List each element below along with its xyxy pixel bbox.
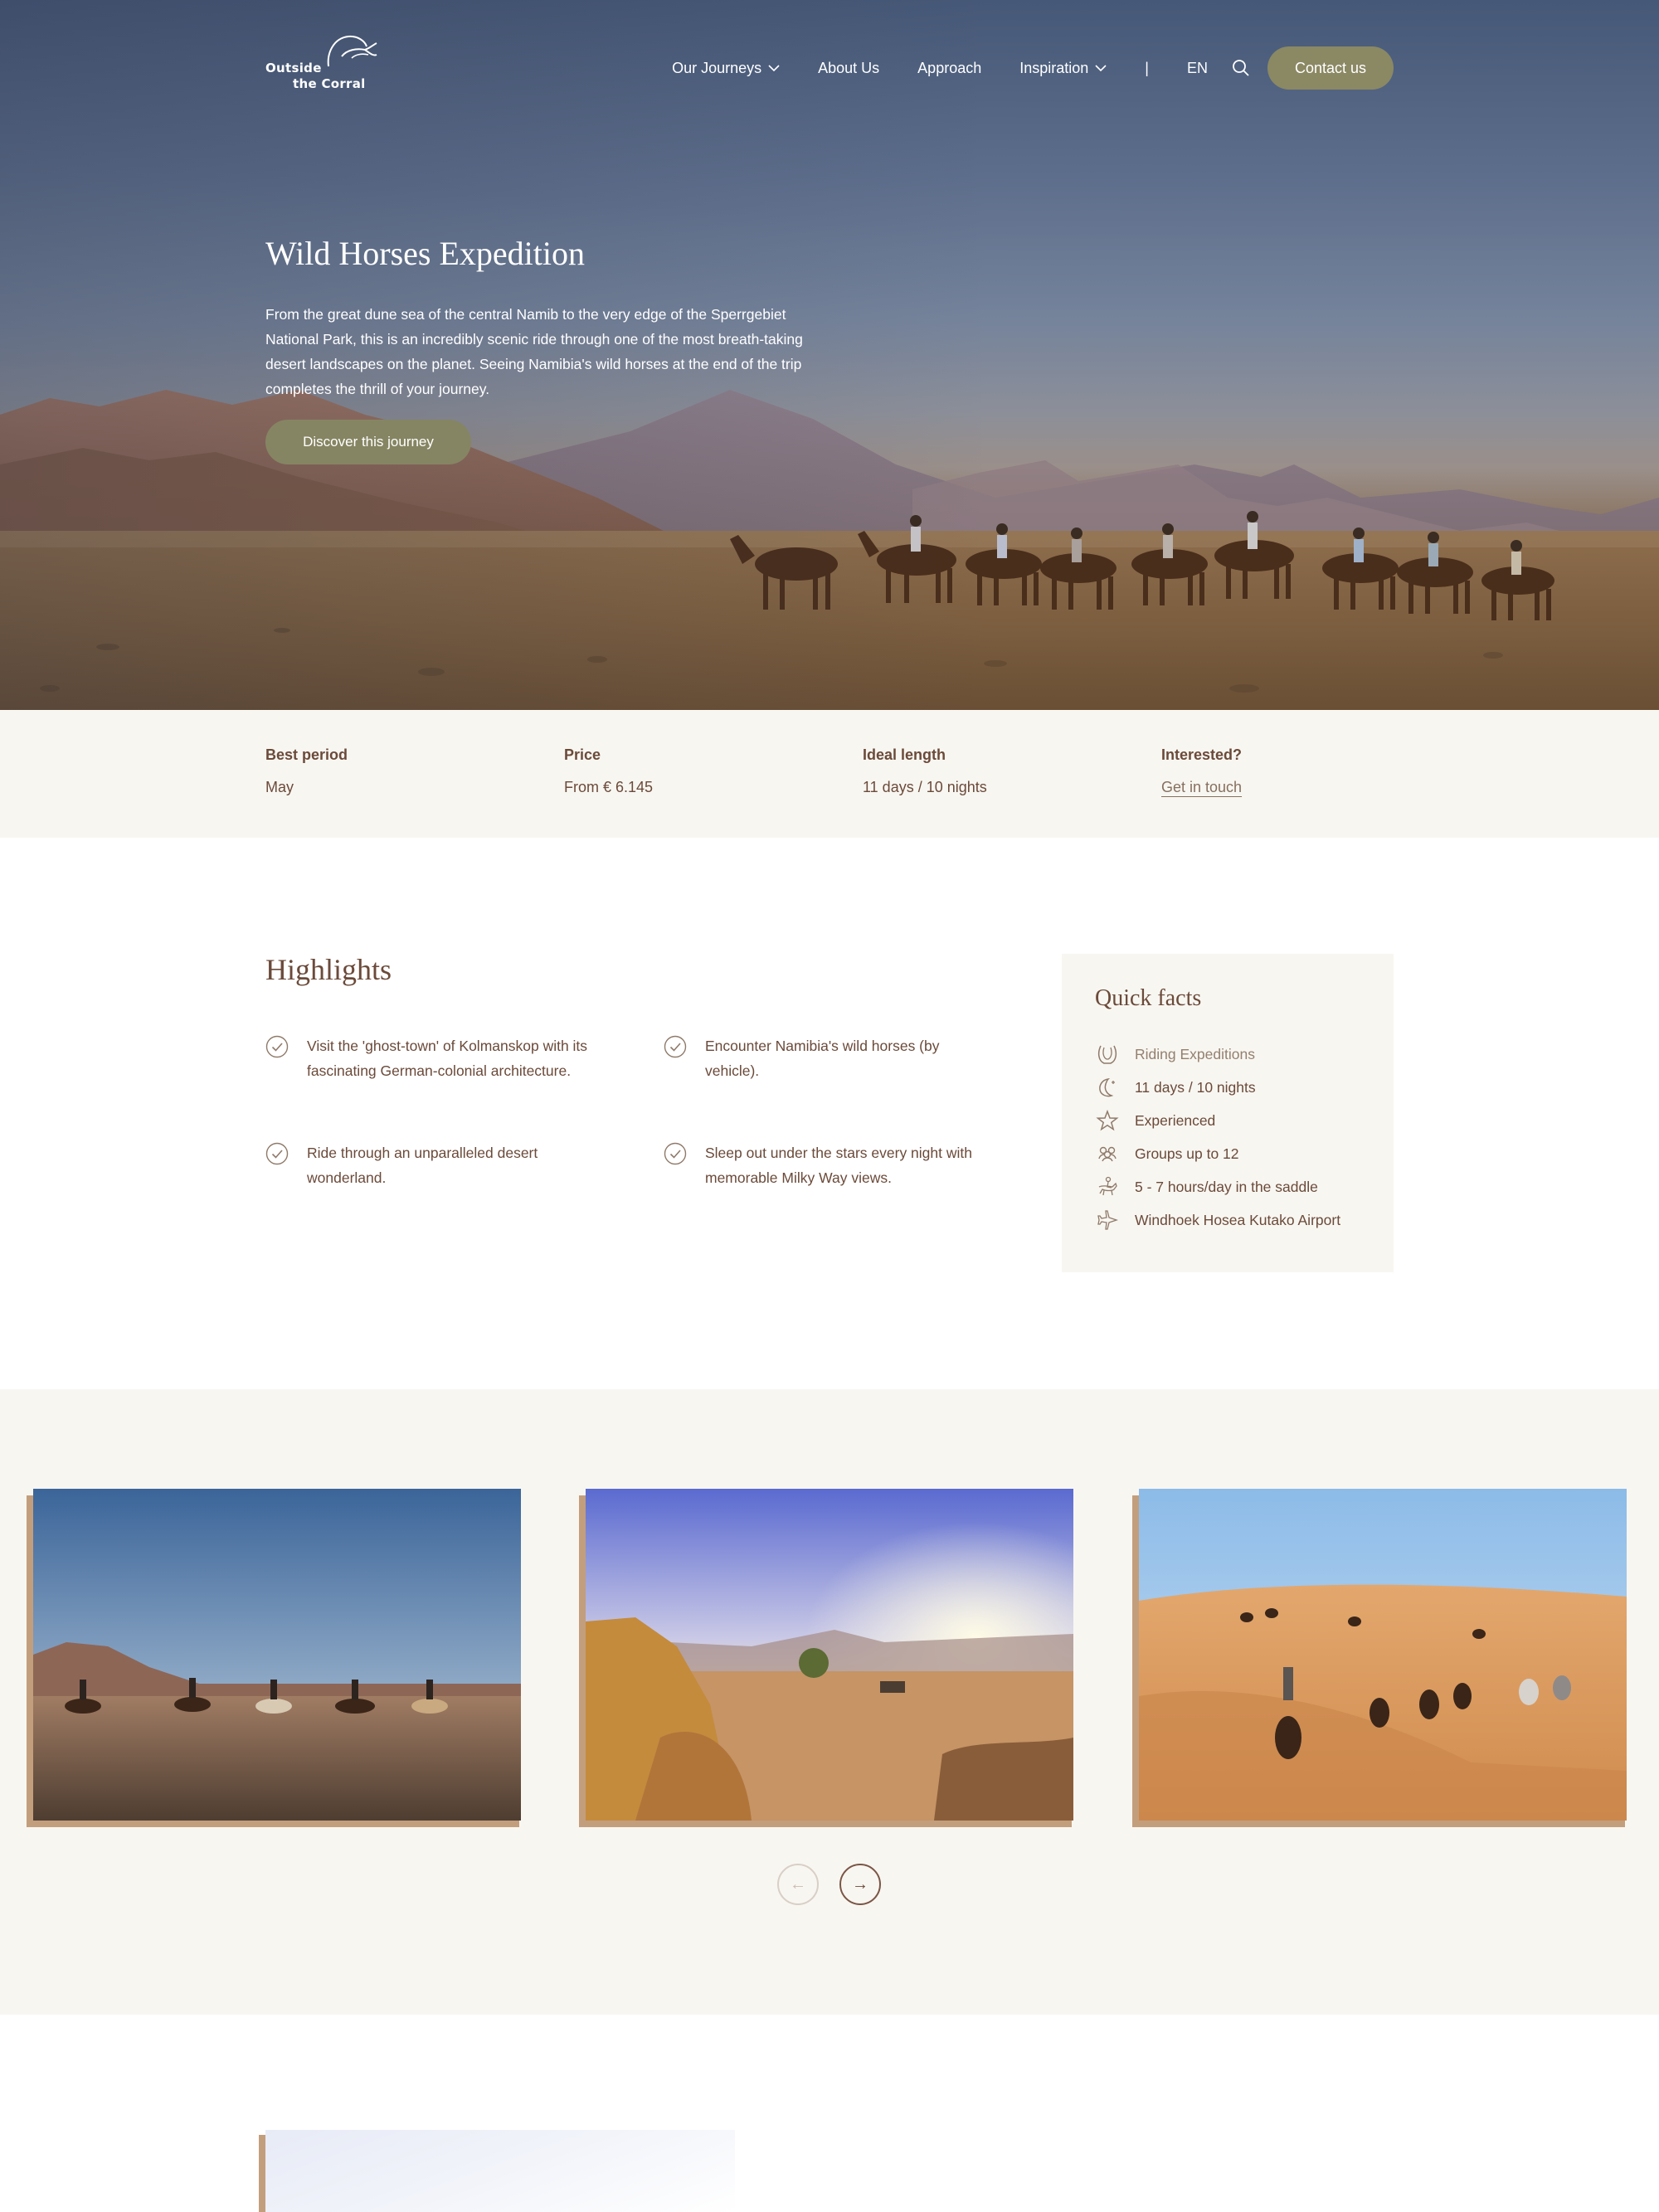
quick-fact-item: Windhoek Hosea Kutako Airport [1095, 1208, 1340, 1232]
quick-fact-label: 5 - 7 hours/day in the saddle [1135, 1178, 1318, 1195]
group-icon [1095, 1141, 1120, 1166]
photo-gallery: ← → [0, 1389, 1659, 2015]
riders-on-plain-photo [33, 1489, 521, 1821]
search-icon[interactable] [1231, 58, 1251, 78]
check-circle-icon [265, 1035, 289, 1058]
preview-accent [259, 2135, 265, 2212]
nav-item-about-us[interactable]: About Us [818, 60, 879, 77]
info-ideal-length: Ideal length 11 days / 10 nights [863, 746, 987, 796]
highlight-text: Encounter Namibia's wild horses (by vehi… [705, 1038, 940, 1079]
nav-item-label: Inspiration [1019, 59, 1089, 76]
nav-item-our-journeys[interactable]: Our Journeys [672, 60, 780, 77]
horseshoe-icon [1095, 1042, 1120, 1067]
info-interested: Interested? Get in touch [1161, 746, 1242, 796]
contact-us-button[interactable]: Contact us [1267, 46, 1394, 90]
page-title: Wild Horses Expedition [265, 235, 585, 272]
highlight-item: Encounter Namibia's wild horses (by vehi… [664, 1033, 995, 1083]
nav-menu: Our Journeys About Us Approach Inspirati… [672, 46, 1394, 90]
quick-fact-item: Experienced [1095, 1108, 1215, 1133]
info-label: Price [564, 746, 601, 763]
nav-item-label: Approach [917, 59, 982, 76]
quick-fact-item: 5 - 7 hours/day in the saddle [1095, 1174, 1318, 1199]
highlight-item: Ride through an unparalleled desert wond… [265, 1140, 597, 1190]
info-value: 11 days / 10 nights [863, 779, 987, 795]
info-best-period: Best period May [265, 746, 348, 796]
highlight-item: Sleep out under the stars every night wi… [664, 1140, 995, 1190]
quick-fact-item: Groups up to 12 [1095, 1141, 1239, 1166]
quick-fact-item: 11 days / 10 nights [1095, 1075, 1256, 1100]
info-value: From € 6.145 [564, 779, 654, 795]
gallery-slide[interactable] [579, 1489, 1083, 1827]
rider-icon [1095, 1174, 1120, 1199]
check-circle-icon [265, 1142, 289, 1165]
info-price: Price From € 6.145 [564, 746, 653, 796]
plane-icon [1095, 1208, 1120, 1232]
star-icon [1095, 1108, 1120, 1133]
nav-item-label: Our Journeys [672, 59, 762, 76]
info-label: Ideal length [863, 746, 946, 763]
chevron-down-icon [768, 64, 780, 71]
nav-item-approach[interactable]: Approach [917, 60, 981, 77]
quick-fact-item: Riding Expeditions [1095, 1042, 1255, 1067]
quick-fact-label: 11 days / 10 nights [1135, 1078, 1256, 1096]
gallery-slide[interactable] [1132, 1489, 1637, 1827]
logo-horse-icon [327, 35, 377, 67]
info-label: Interested? [1161, 746, 1243, 763]
next-section-image [265, 2130, 735, 2212]
chevron-down-icon [1095, 64, 1107, 71]
check-circle-icon [664, 1035, 687, 1058]
riders-in-dunes-photo [1139, 1489, 1627, 1821]
highlight-text: Visit the 'ghost-town' of Kolmanskop wit… [307, 1038, 588, 1079]
highlight-text: Sleep out under the stars every night wi… [705, 1145, 972, 1186]
highlights-title: Highlights [265, 953, 392, 986]
discover-journey-button[interactable]: Discover this journey [265, 420, 471, 464]
quick-fact-label: Windhoek Hosea Kutako Airport [1135, 1211, 1341, 1228]
quick-fact-label: Experienced [1135, 1111, 1216, 1129]
check-circle-icon [664, 1142, 687, 1165]
hero-overlay [0, 0, 1659, 710]
logo-text-line2: the Corral [293, 76, 366, 91]
logo-text-line1: Outside [265, 61, 322, 75]
highlight-text: Ride through an unparalleled desert wond… [307, 1145, 538, 1186]
highlight-item: Visit the 'ghost-town' of Kolmanskop wit… [265, 1033, 597, 1083]
site-logo[interactable]: Outside the Corral [265, 33, 382, 100]
hero-section: Outside the Corral Our Journeys About Us… [0, 0, 1659, 710]
info-value: May [265, 779, 294, 795]
quick-fact-label: Groups up to 12 [1135, 1145, 1239, 1162]
nav-item-inspiration[interactable]: Inspiration [1019, 60, 1107, 77]
quick-facts-panel: Quick facts Riding Expeditions 11 days /… [1062, 954, 1394, 1272]
main-navigation: Outside the Corral Our Journeys About Us… [265, 30, 1394, 106]
gallery-slide[interactable] [27, 1489, 531, 1827]
nav-item-label: About Us [818, 59, 880, 76]
info-label: Best period [265, 746, 348, 763]
quick-fact-label[interactable]: Riding Expeditions [1135, 1046, 1255, 1063]
journey-info-bar: Best period May Price From € 6.145 Ideal… [0, 710, 1659, 838]
moon-icon [1095, 1075, 1120, 1100]
language-switcher[interactable]: EN [1187, 60, 1208, 77]
nav-separator: | [1145, 59, 1149, 76]
gallery-next-button[interactable]: → [839, 1864, 881, 1905]
hero-description: From the great dune sea of the central N… [265, 306, 803, 397]
quick-facts-title: Quick facts [1095, 985, 1202, 1011]
gallery-prev-button[interactable]: ← [777, 1864, 819, 1905]
desert-camp-sunset-photo [586, 1489, 1073, 1821]
get-in-touch-link[interactable]: Get in touch [1161, 779, 1242, 796]
